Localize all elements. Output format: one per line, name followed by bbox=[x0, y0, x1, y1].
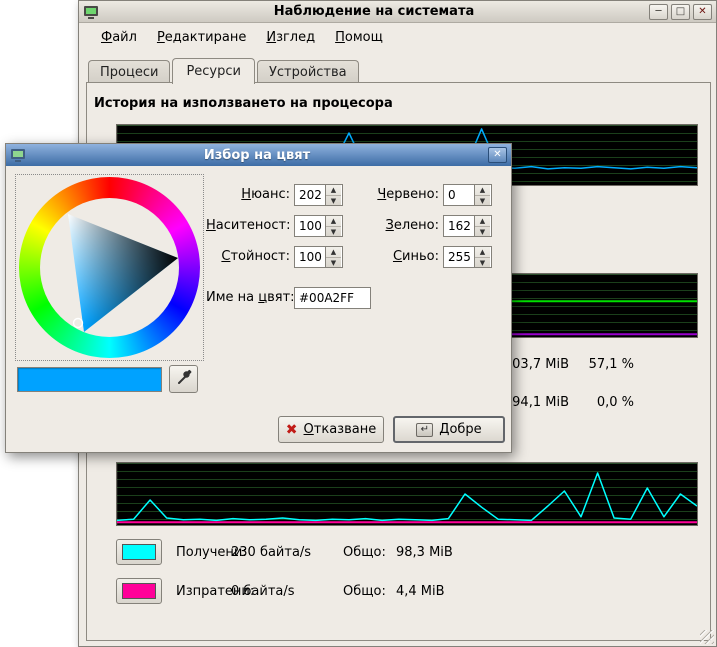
saturation-input[interactable] bbox=[295, 216, 325, 236]
close-button[interactable]: ✕ bbox=[693, 4, 712, 20]
color-picker-dialog: Избор на цвят ✕ Нюанс: ▲▼ Черве bbox=[5, 143, 512, 453]
value-input[interactable] bbox=[295, 247, 325, 267]
cancel-icon: ✖ bbox=[286, 423, 298, 437]
menu-view[interactable]: Изглед bbox=[258, 27, 323, 48]
eyedropper-icon bbox=[176, 369, 192, 389]
received-rate: 230 байта/s bbox=[231, 545, 311, 560]
received-color-swatch bbox=[122, 544, 156, 560]
maximize-button[interactable]: □ bbox=[671, 4, 690, 20]
dialog-titlebar[interactable]: Избор на цвят ✕ bbox=[6, 144, 511, 166]
green-input[interactable] bbox=[444, 216, 474, 236]
menu-help[interactable]: Помощ bbox=[327, 27, 391, 48]
resize-grip[interactable] bbox=[700, 630, 714, 644]
received-total: 98,3 MiB bbox=[396, 545, 453, 560]
tab-devices[interactable]: Устройства bbox=[257, 60, 359, 83]
blue-spin-arrows[interactable]: ▲▼ bbox=[474, 247, 490, 267]
sent-color-swatch bbox=[122, 583, 156, 599]
saturation-spin-arrows[interactable]: ▲▼ bbox=[325, 216, 341, 236]
tab-strip: Процеси Ресурси Устройства bbox=[88, 57, 361, 83]
sent-rate: 0 байта/s bbox=[231, 584, 295, 599]
received-color-button[interactable] bbox=[116, 539, 162, 565]
sent-total-label: Общо: bbox=[343, 584, 386, 599]
received-total-label: Общо: bbox=[343, 545, 386, 560]
hue-input[interactable] bbox=[295, 185, 325, 205]
cpu-history-heading: История на използването на процесора bbox=[94, 96, 393, 111]
ok-button[interactable]: ↵ Добре bbox=[393, 416, 505, 443]
red-label: Червено: bbox=[356, 187, 439, 202]
value-spinner[interactable]: ▲▼ bbox=[294, 246, 343, 268]
app-icon bbox=[83, 4, 99, 20]
color-preview bbox=[17, 367, 162, 392]
saturation-spinner[interactable]: ▲▼ bbox=[294, 215, 343, 237]
hue-label: Нюанс: bbox=[206, 187, 290, 202]
green-spin-arrows[interactable]: ▲▼ bbox=[474, 216, 490, 236]
color-name-label: Име на цвят: bbox=[206, 290, 290, 305]
red-spinner[interactable]: ▲▼ bbox=[443, 184, 492, 206]
swap-used-percent: 0,0 % bbox=[574, 395, 634, 410]
eyedropper-button[interactable] bbox=[169, 365, 198, 393]
saturation-label: Наситеност: bbox=[206, 218, 290, 233]
red-input[interactable] bbox=[444, 185, 474, 205]
dialog-close-button[interactable]: ✕ bbox=[488, 147, 507, 163]
green-spinner[interactable]: ▲▼ bbox=[443, 215, 492, 237]
blue-input[interactable] bbox=[444, 247, 474, 267]
minimize-button[interactable]: ─ bbox=[649, 4, 668, 20]
cancel-button[interactable]: ✖ Отказване bbox=[278, 416, 384, 443]
menu-file[interactable]: Файл bbox=[93, 27, 145, 48]
memory-used-percent: 57,1 % bbox=[574, 357, 634, 372]
blue-label: Синьо: bbox=[356, 249, 439, 264]
color-name-input[interactable] bbox=[294, 287, 371, 309]
hue-spin-arrows[interactable]: ▲▼ bbox=[325, 185, 341, 205]
cancel-button-label: Отказване bbox=[304, 422, 377, 437]
red-spin-arrows[interactable]: ▲▼ bbox=[474, 185, 490, 205]
value-label: Стойност: bbox=[206, 249, 290, 264]
hue-spinner[interactable]: ▲▼ bbox=[294, 184, 343, 206]
dialog-icon bbox=[10, 147, 26, 163]
tab-resources[interactable]: Ресурси bbox=[172, 58, 255, 84]
tab-processes[interactable]: Процеси bbox=[88, 60, 170, 83]
ok-button-label: Добре bbox=[439, 422, 481, 437]
dialog-title: Избор на цвят bbox=[29, 148, 485, 163]
green-label: Зелено: bbox=[356, 218, 439, 233]
blue-spinner[interactable]: ▲▼ bbox=[443, 246, 492, 268]
enter-key-icon: ↵ bbox=[416, 423, 433, 437]
color-wheel[interactable] bbox=[15, 174, 204, 361]
menubar: Файл Редактиране Изглед Помощ bbox=[81, 25, 714, 49]
sent-total: 4,4 MiB bbox=[396, 584, 445, 599]
sent-color-button[interactable] bbox=[116, 578, 162, 604]
network-history-chart bbox=[116, 462, 698, 526]
value-spin-arrows[interactable]: ▲▼ bbox=[325, 247, 341, 267]
hsv-triangle[interactable] bbox=[16, 175, 203, 360]
window-title: Наблюдение на системата bbox=[102, 4, 646, 19]
menu-edit[interactable]: Редактиране bbox=[149, 27, 254, 48]
main-titlebar[interactable]: Наблюдение на системата ─ □ ✕ bbox=[79, 1, 716, 23]
